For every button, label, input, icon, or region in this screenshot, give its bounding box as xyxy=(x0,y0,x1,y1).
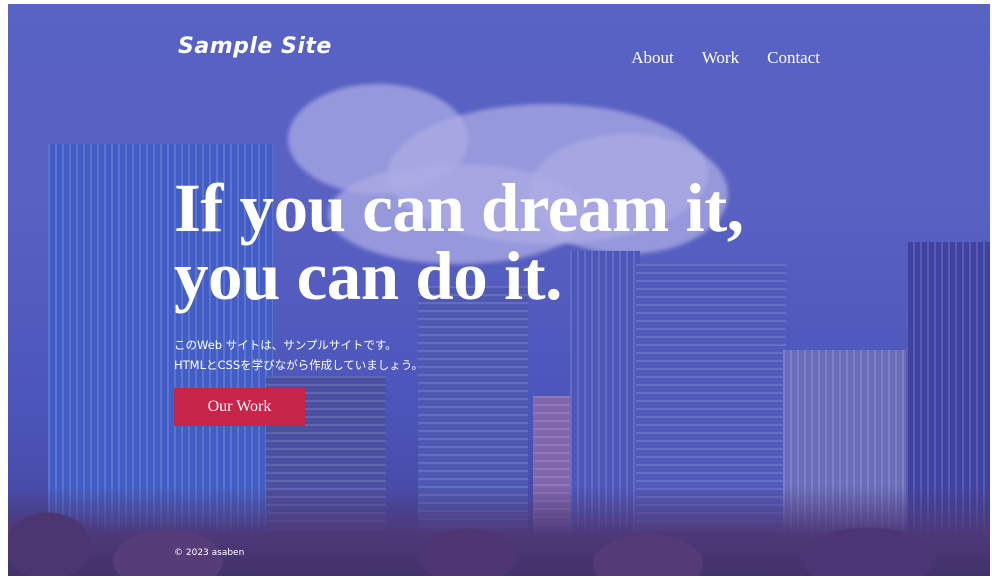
hero-subtitle-line-2: HTMLとCSSを学びながら作成していましょう。 xyxy=(174,358,424,372)
copyright-text: © 2023 asaben xyxy=(174,548,245,558)
hero-title-line-1: If you can dream it, xyxy=(174,170,744,246)
hero-subtitle-line-1: このWeb サイトは、サンプルサイトです。 xyxy=(174,338,397,352)
nav-link-contact[interactable]: Contact xyxy=(767,48,820,68)
site-logo[interactable]: Sample Site xyxy=(178,34,332,59)
hero-subtitle: このWeb サイトは、サンプルサイトです。 HTMLとCSSを学びながら作成して… xyxy=(174,335,423,375)
nav-link-about[interactable]: About xyxy=(631,48,674,68)
hero-title: If you can dream it, you can do it. xyxy=(174,174,874,311)
main-nav: About Work Contact xyxy=(631,48,820,68)
hero-title-line-2: you can do it. xyxy=(174,238,562,314)
hero-section: Sample Site About Work Contact If you ca… xyxy=(8,4,990,576)
nav-link-work[interactable]: Work xyxy=(702,48,739,68)
our-work-button[interactable]: Our Work xyxy=(174,388,305,426)
site-header: Sample Site About Work Contact xyxy=(8,4,990,104)
